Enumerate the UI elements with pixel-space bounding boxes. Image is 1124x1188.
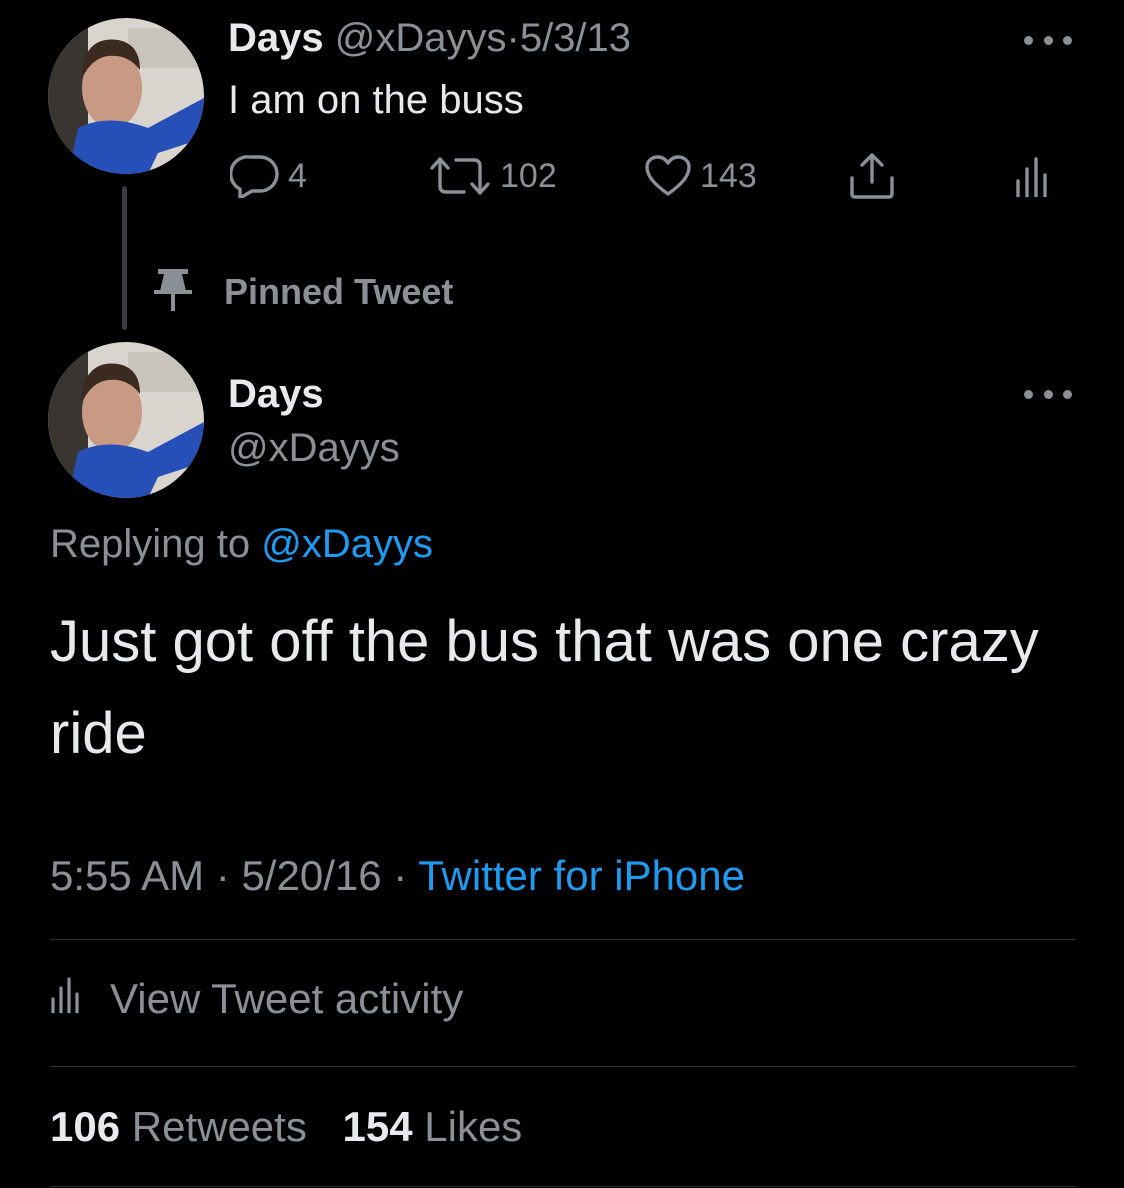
reply-count: 4 [288,156,307,195]
pin-icon [152,267,194,318]
avatar[interactable] [48,342,204,498]
thread-line [122,186,127,330]
likes-count: 154 [342,1103,413,1150]
source-link[interactable]: Twitter for iPhone [418,852,745,899]
retweets-label: Retweets [131,1103,307,1150]
handle[interactable]: @xDayys [335,16,507,60]
view-activity-button[interactable]: View Tweet activity [50,972,463,1026]
tweet-text: I am on the buss [228,78,524,122]
like-button[interactable]: 143 [644,152,757,200]
likes-stat[interactable]: 154 Likes [343,1103,547,1150]
retweet-button[interactable]: 102 [428,152,557,200]
share-icon [848,152,896,200]
analytics-button[interactable] [1014,152,1048,200]
analytics-icon [1014,155,1048,197]
more-icon[interactable] [1024,384,1072,404]
display-name[interactable]: Days [228,370,324,418]
separator: · [506,16,520,60]
replying-prefix: Replying to [50,522,251,566]
tweet-stats: 106 Retweets 154 Likes [50,1100,546,1154]
divider [50,1066,1076,1067]
display-name[interactable]: Days [228,16,324,60]
separator: · [393,852,408,899]
more-icon[interactable] [1024,30,1072,50]
tweet-date: 5/20/16 [241,852,382,899]
reply-button[interactable]: 4 [230,152,307,200]
tweet-time: 5:55 AM [50,852,205,899]
retweet-count: 102 [500,156,557,195]
like-count: 143 [700,156,757,195]
avatar[interactable] [48,18,204,174]
like-icon [644,154,692,198]
activity-label: View Tweet activity [110,975,464,1022]
divider [50,939,1076,940]
replying-handle-link[interactable]: @xDayys [261,522,433,566]
handle[interactable]: @xDayys [228,424,400,472]
retweets-stat[interactable]: 106 Retweets [50,1103,331,1150]
likes-label: Likes [424,1103,523,1150]
reply-icon [230,154,280,198]
pinned-indicator: Pinned Tweet [152,268,453,316]
tweet-date[interactable]: 5/3/13 [520,16,631,60]
divider [50,1186,1076,1187]
analytics-icon [50,975,80,1023]
retweets-count: 106 [50,1103,121,1150]
tweet-text: Just got off the bus that was one crazy … [50,609,1039,766]
tweet-header: Days @xDayys·5/3/13 [228,14,631,62]
pinned-label: Pinned Tweet [224,271,454,312]
separator: · [215,852,230,899]
replying-to: Replying to @xDayys [50,518,433,570]
retweet-icon [428,156,492,196]
share-button[interactable] [848,152,896,200]
tweet-meta: 5:55 AM · 5/20/16 · Twitter for iPhone [50,850,745,902]
